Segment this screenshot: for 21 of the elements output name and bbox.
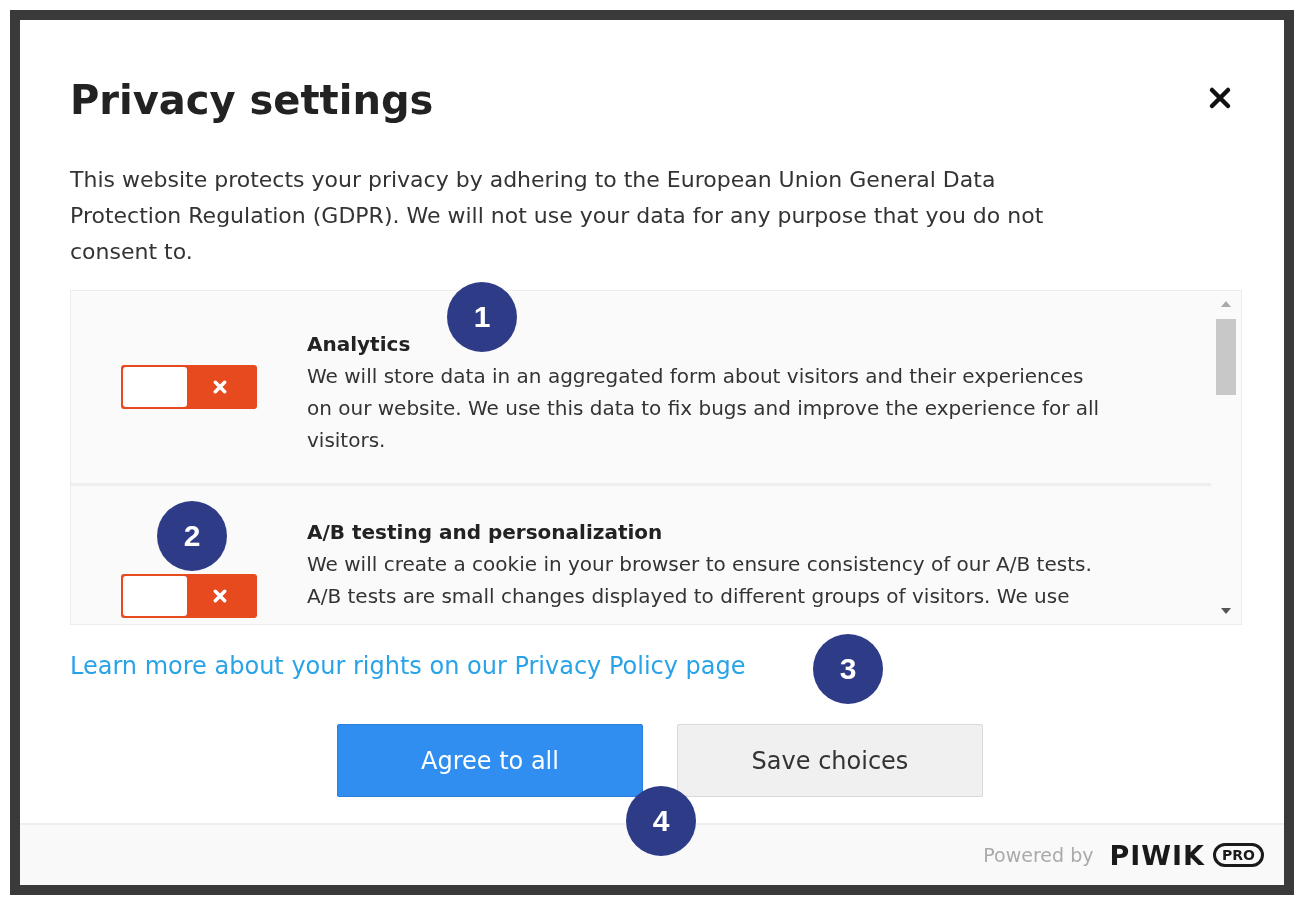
cross-icon [213, 380, 227, 394]
privacy-policy-link[interactable]: Learn more about your rights on our Privacy Policy page [70, 652, 746, 680]
consent-description: We will create a cookie in your browser to ensure consistency of our A/B tests. A/B tests are small changes displayed to different groups of visitors. We use [307, 551, 1093, 610]
cross-icon [213, 589, 227, 603]
agree-button[interactable]: Agree to all [337, 724, 643, 797]
brand-logo: PIWIK [1109, 839, 1206, 871]
consent-title: A/B testing and personalization [307, 520, 663, 544]
toggle-switch[interactable] [121, 365, 257, 409]
scroll-up-icon[interactable] [1221, 301, 1231, 307]
scrollbar-thumb[interactable] [1216, 319, 1236, 395]
toggle-switch[interactable] [121, 574, 257, 618]
consent-title: Analytics [307, 332, 411, 356]
callout-marker: 3 [813, 634, 883, 704]
dialog-title: Privacy settings [70, 78, 434, 122]
intro-text: This website protects your privacy by adhering to the European Union General Data Protection Regulation (GDPR). We will not use your data for any purpose that you do not consent to. [70, 166, 1045, 266]
consent-description: We will store data in an aggregated form about visitors and their experiences on our website. We use this data to fix bugs and improve the experience for all visitors. [307, 363, 1101, 454]
save-button[interactable]: Save choices [677, 724, 983, 797]
scroll-down-icon[interactable] [1221, 608, 1231, 614]
powered-by-text: Powered by [983, 844, 1094, 866]
close-icon[interactable] [1208, 86, 1232, 110]
brand-badge: PRO [1213, 843, 1264, 867]
